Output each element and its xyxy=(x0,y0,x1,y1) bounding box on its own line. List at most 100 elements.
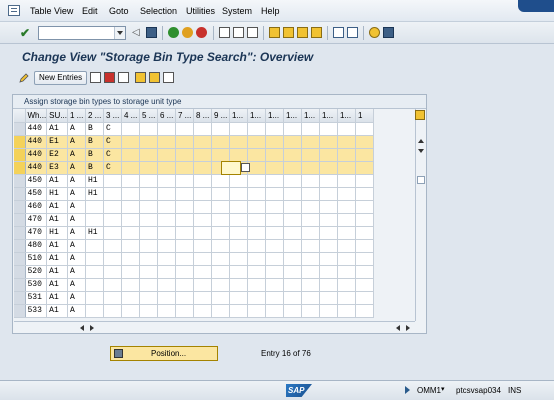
table-cell[interactable]: 450 xyxy=(25,174,48,188)
column-header[interactable]: 6 ... xyxy=(157,109,176,123)
row-selector[interactable] xyxy=(14,148,26,162)
table-cell[interactable] xyxy=(301,278,320,292)
table-cell[interactable] xyxy=(247,200,266,214)
table-cell[interactable] xyxy=(157,213,176,227)
table-cell[interactable] xyxy=(337,148,356,162)
table-cell[interactable] xyxy=(229,187,248,201)
row-selector[interactable] xyxy=(14,135,26,149)
table-cell[interactable]: A1 xyxy=(46,174,68,188)
table-cell[interactable] xyxy=(121,148,140,162)
table-cell[interactable] xyxy=(157,122,176,136)
menu-utilities[interactable]: Utilities xyxy=(186,6,215,16)
table-cell[interactable] xyxy=(157,161,176,175)
table-cell[interactable] xyxy=(193,200,212,214)
row-selector[interactable] xyxy=(14,291,26,305)
table-cell[interactable] xyxy=(85,239,104,253)
table-cell[interactable] xyxy=(85,265,104,279)
select-all-cell[interactable] xyxy=(14,109,26,123)
table-cell[interactable]: E1 xyxy=(46,135,68,149)
command-dropdown-icon[interactable] xyxy=(114,27,125,39)
table-cell[interactable]: 440 xyxy=(25,135,48,149)
table-cell[interactable] xyxy=(319,278,338,292)
scroll-down-icon[interactable] xyxy=(418,149,424,153)
table-cell[interactable] xyxy=(265,200,284,214)
table-cell[interactable] xyxy=(157,148,176,162)
row-selector[interactable] xyxy=(14,174,26,188)
command-field[interactable] xyxy=(38,26,126,40)
customize-layout-icon[interactable] xyxy=(383,27,394,38)
table-cell[interactable] xyxy=(121,161,140,175)
table-cell[interactable] xyxy=(139,226,158,240)
horizontal-scrollbar[interactable] xyxy=(14,321,415,332)
table-cell[interactable] xyxy=(139,148,158,162)
table-cell[interactable] xyxy=(211,252,230,266)
table-cell[interactable] xyxy=(103,278,122,292)
table-cell[interactable]: H1 xyxy=(46,187,68,201)
menu-table-view[interactable]: Table View xyxy=(30,6,73,16)
undo-change-icon[interactable] xyxy=(118,72,129,83)
table-cell[interactable] xyxy=(157,252,176,266)
table-cell[interactable] xyxy=(229,200,248,214)
table-cell[interactable] xyxy=(283,239,302,253)
table-cell[interactable] xyxy=(157,278,176,292)
table-cell[interactable] xyxy=(211,174,230,188)
table-cell[interactable]: H1 xyxy=(85,187,104,201)
table-cell[interactable] xyxy=(283,174,302,188)
row-selector[interactable] xyxy=(14,226,26,240)
table-cell[interactable] xyxy=(283,278,302,292)
column-header[interactable]: 1... xyxy=(265,109,284,123)
table-cell[interactable] xyxy=(139,265,158,279)
table-cell[interactable] xyxy=(175,278,194,292)
table-cell[interactable] xyxy=(337,122,356,136)
column-header[interactable]: Wh... xyxy=(25,109,48,123)
table-cell[interactable] xyxy=(319,135,338,149)
table-cell[interactable] xyxy=(229,135,248,149)
table-cell[interactable] xyxy=(211,213,230,227)
table-cell[interactable] xyxy=(319,122,338,136)
table-cell[interactable]: H1 xyxy=(46,226,68,240)
row-selector[interactable] xyxy=(14,239,26,253)
cancel-icon[interactable] xyxy=(196,27,207,38)
table-cell[interactable] xyxy=(337,200,356,214)
table-cell[interactable]: A xyxy=(67,291,86,305)
table-cell[interactable]: 470 xyxy=(25,213,48,227)
column-header[interactable]: SU... xyxy=(46,109,68,123)
table-cell[interactable] xyxy=(301,161,320,175)
table-cell[interactable] xyxy=(265,122,284,136)
table-cell[interactable] xyxy=(247,187,266,201)
table-cell[interactable] xyxy=(193,226,212,240)
table-cell[interactable] xyxy=(175,148,194,162)
table-cell[interactable] xyxy=(283,200,302,214)
history-icon[interactable]: ◁ xyxy=(132,27,143,38)
table-cell[interactable] xyxy=(175,226,194,240)
column-header[interactable]: 1... xyxy=(247,109,266,123)
table-cell[interactable]: A1 xyxy=(46,265,68,279)
table-cell[interactable] xyxy=(265,174,284,188)
table-cell[interactable] xyxy=(265,278,284,292)
delete-icon[interactable] xyxy=(104,72,115,83)
table-cell[interactable] xyxy=(139,174,158,188)
table-cell[interactable] xyxy=(139,291,158,305)
table-cell[interactable] xyxy=(319,200,338,214)
table-cell[interactable]: A xyxy=(67,148,86,162)
menu-goto[interactable]: Goto xyxy=(109,6,129,16)
table-cell[interactable] xyxy=(193,291,212,305)
row-selector[interactable] xyxy=(14,304,26,318)
table-cell[interactable] xyxy=(193,122,212,136)
table-cell[interactable] xyxy=(193,174,212,188)
find-icon[interactable] xyxy=(233,27,244,38)
system-menu-icon[interactable] xyxy=(8,5,20,16)
table-cell[interactable] xyxy=(301,135,320,149)
row-selector[interactable] xyxy=(14,122,26,136)
table-cell[interactable]: A xyxy=(67,135,86,149)
table-cell[interactable] xyxy=(229,226,248,240)
new-entries-button[interactable]: New Entries xyxy=(34,71,88,85)
table-cell[interactable] xyxy=(85,200,104,214)
table-cell[interactable] xyxy=(247,278,266,292)
table-cell[interactable] xyxy=(211,278,230,292)
table-cell[interactable] xyxy=(283,213,302,227)
table-cell[interactable] xyxy=(85,304,104,318)
table-cell[interactable] xyxy=(355,226,374,240)
table-cell[interactable] xyxy=(103,291,122,305)
table-cell[interactable] xyxy=(211,239,230,253)
